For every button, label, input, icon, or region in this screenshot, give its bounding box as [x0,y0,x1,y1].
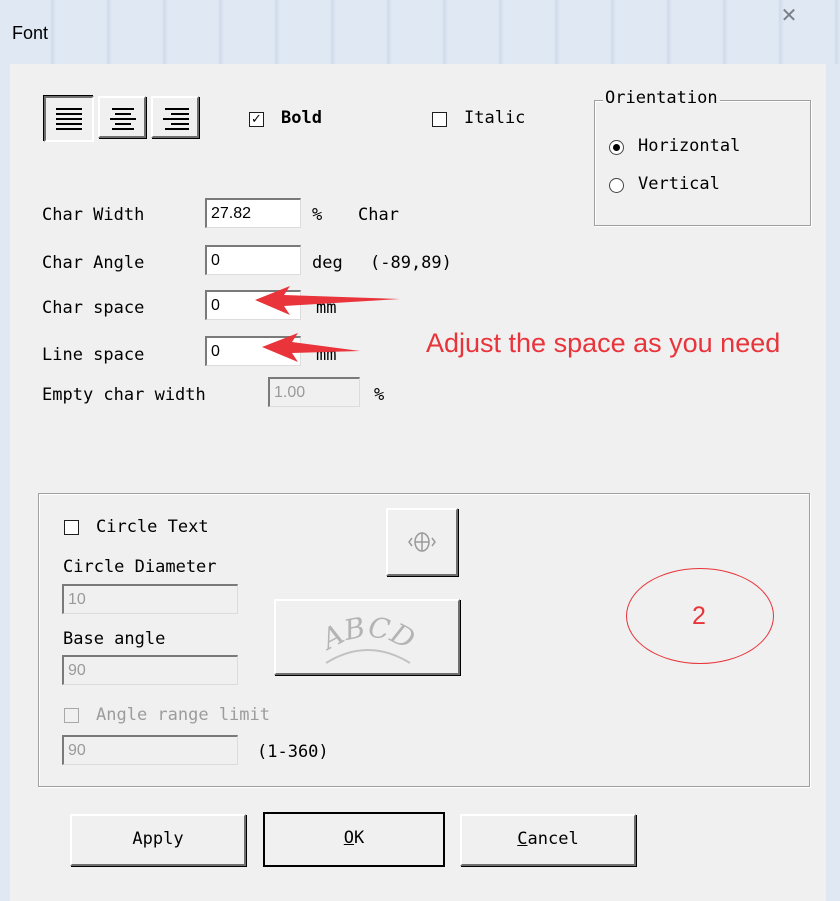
circle-settings-button[interactable] [386,508,458,576]
bold-checkbox[interactable]: ✓ [249,112,264,127]
annotation-text: Adjust the space as you need [426,328,781,358]
arc-text-preview-icon: ABCD [316,611,420,664]
empty-char-width-label: Empty char width [42,385,206,405]
ok-label-rest: K [354,828,365,848]
close-icon[interactable]: ✕ [774,0,804,30]
circle-diameter-label: Circle Diameter [63,557,217,577]
title-bar-glass [0,0,840,64]
align-left-button[interactable] [44,96,94,142]
angle-range-limit-range: (1-360) [257,742,329,762]
italic-checkbox[interactable] [432,112,447,127]
empty-char-width-input[interactable]: 1.00 [268,377,360,407]
angle-range-limit-checkbox[interactable] [64,708,79,723]
angle-range-limit-input[interactable]: 90 [62,735,238,765]
line-space-label: Line space [42,345,145,365]
char-angle-range: (-89,89) [370,253,452,273]
angle-range-limit-label: Angle range limit [96,705,270,725]
char-angle-unit: deg [312,253,343,273]
ok-button[interactable]: OK [263,812,445,867]
align-center-icon [110,108,136,130]
char-width-input[interactable]: 27.82 [205,198,301,228]
orientation-group [594,100,811,226]
cancel-mnemonic: C [517,829,528,849]
globe-arrows-icon [408,532,436,552]
vertical-label: Vertical [638,174,720,194]
align-left-icon [56,108,82,130]
char-space-label: Char space [42,298,145,318]
title-bar [0,0,840,64]
red-arrows-annotation [255,286,400,362]
window-title: Font [12,23,49,43]
horizontal-radio[interactable] [609,140,624,155]
annotation-circle-label: 2 [692,602,706,630]
circle-diameter-input[interactable]: 10 [62,584,238,614]
vertical-radio[interactable] [609,178,624,193]
char-width-unit: % [312,205,323,225]
char-width-label: Char Width [42,205,145,225]
base-angle-label: Base angle [63,629,166,649]
char-angle-label: Char Angle [42,253,145,273]
italic-label: Italic [464,108,526,128]
bold-label: Bold [281,108,322,128]
cancel-label-rest: ancel [527,829,579,849]
ok-mnemonic: O [343,828,354,848]
horizontal-label: Horizontal [638,136,741,156]
char-angle-input[interactable]: 0 [205,245,301,275]
circle-text-checkbox[interactable] [64,520,79,535]
empty-char-width-unit: % [374,385,385,405]
align-right-icon [163,108,189,130]
cancel-button[interactable]: Cancel [460,814,636,866]
circle-text-label: Circle Text [96,517,209,537]
window-frame-right [826,64,840,901]
arc-text-preview-button[interactable]: ABCD [274,599,460,675]
orientation-legend: Orientation [603,88,720,108]
apply-button[interactable]: Apply [70,814,246,866]
window-frame-left [0,64,10,901]
align-center-button[interactable] [98,96,146,138]
base-angle-input[interactable]: 90 [62,655,238,685]
char-width-extra: Char [358,205,399,225]
align-right-button[interactable] [151,96,199,138]
